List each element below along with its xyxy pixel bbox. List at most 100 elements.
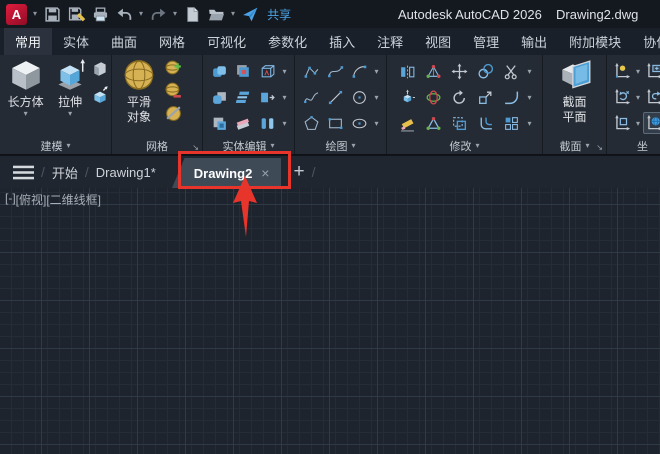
array-button[interactable]	[500, 112, 522, 134]
ucs-object-button[interactable]	[611, 112, 633, 134]
rectangle-button[interactable]	[324, 112, 346, 134]
box-button[interactable]: 长方体 ▾	[2, 58, 49, 137]
ribbon-tab-visualize[interactable]: 可视化	[196, 28, 257, 55]
presspull-button[interactable]	[91, 86, 109, 104]
polyline-button[interactable]	[300, 60, 322, 82]
smooth-object-button[interactable]: 平滑 对象	[114, 58, 164, 137]
ribbon-tab-manage[interactable]: 管理	[462, 28, 510, 55]
plot-button[interactable]	[91, 5, 109, 23]
align-button[interactable]	[422, 112, 444, 134]
panel-label-modeling[interactable]: 建模 ▾	[0, 137, 111, 154]
ucs-z-button[interactable]	[611, 86, 633, 108]
ribbon-tab-output[interactable]: 输出	[510, 28, 558, 55]
autocad-logo-icon[interactable]: A	[6, 3, 27, 25]
ucs-named-button[interactable]	[643, 60, 660, 82]
subtract-button[interactable]	[232, 60, 254, 82]
drawing-canvas[interactable]: [-] [俯视] [二维线框]	[0, 188, 660, 454]
share-label[interactable]: 共享	[267, 6, 291, 23]
extrude-faces-button[interactable]	[256, 86, 278, 108]
file-tabs-menu-button[interactable]	[13, 165, 34, 180]
ribbon-tab-addins[interactable]: 附加模块	[558, 28, 632, 55]
refine-mesh-button[interactable]	[164, 104, 183, 123]
undo-caret-icon[interactable]: ▾	[139, 10, 143, 18]
move-3d-button[interactable]	[396, 86, 418, 108]
ribbon-tab-view[interactable]: 视图	[414, 28, 462, 55]
modify-caret-icon[interactable]: ▾	[527, 67, 531, 76]
panel-label-coordinates[interactable]: 坐	[607, 137, 660, 154]
ribbon-tab-home[interactable]: 常用	[4, 28, 53, 55]
file-tab-drawing1[interactable]: Drawing1*	[96, 165, 156, 180]
ribbon-tab-collaborate[interactable]: 协作	[632, 28, 660, 55]
spline-fit-button[interactable]	[300, 86, 322, 108]
extrude-button[interactable]: 拉伸 ▾	[49, 58, 91, 137]
panel-label-section[interactable]: 截面 ▾ ↘	[543, 137, 606, 154]
copy-button[interactable]	[474, 60, 496, 82]
ribbon-tab-insert[interactable]: 插入	[318, 28, 366, 55]
qat-caret-icon[interactable]: ▾	[231, 10, 235, 18]
fillet-button[interactable]	[500, 86, 522, 108]
new-file-button[interactable]	[183, 5, 201, 23]
ribbon-tab-annotate[interactable]: 注释	[366, 28, 414, 55]
ribbon-tab-parametric[interactable]: 参数化	[257, 28, 318, 55]
circle-button[interactable]	[348, 86, 370, 108]
redo-caret-icon[interactable]: ▾	[173, 10, 177, 18]
union-button[interactable]	[208, 60, 230, 82]
file-tab-start[interactable]: 开始	[52, 163, 78, 182]
polysolid-button[interactable]	[91, 60, 109, 78]
section-expander-icon[interactable]: ↘	[596, 143, 603, 152]
ellipse-button[interactable]	[348, 112, 370, 134]
solidedit-caret-icon[interactable]: ▾	[282, 67, 286, 76]
ribbon-tab-surface[interactable]: 曲面	[100, 28, 148, 55]
ucs-caret-icon[interactable]: ▾	[636, 93, 640, 102]
ucs-world-button[interactable]	[643, 112, 660, 134]
section-plane-button[interactable]: 截面 平面	[546, 58, 604, 137]
open-folder-button[interactable]	[207, 5, 225, 23]
save-as-button[interactable]	[67, 5, 85, 23]
viewport-control-minimize[interactable]: [-]	[5, 191, 16, 208]
ribbon-tab-mesh[interactable]: 网格	[148, 28, 196, 55]
line-button[interactable]	[324, 86, 346, 108]
modify-caret-icon[interactable]: ▾	[527, 93, 531, 102]
polygon-button[interactable]	[300, 112, 322, 134]
spline-cv-button[interactable]	[324, 60, 346, 82]
smooth-less-button[interactable]	[164, 81, 183, 100]
redo-button[interactable]	[149, 5, 167, 23]
modify-caret-icon[interactable]: ▾	[527, 119, 531, 128]
separate-button[interactable]	[256, 112, 278, 134]
align-3d-button[interactable]	[422, 60, 444, 82]
panel-label-draw[interactable]: 绘图 ▾	[295, 137, 386, 154]
mirror-button[interactable]	[396, 60, 418, 82]
chamfer-edge-button[interactable]	[208, 112, 230, 134]
ucs-caret-icon[interactable]: ▾	[636, 119, 640, 128]
erase-button[interactable]	[396, 112, 418, 134]
rotate-button[interactable]	[448, 86, 470, 108]
fillet-edge-button[interactable]	[208, 86, 230, 108]
viewport-control-visual-style[interactable]: [二维线框]	[46, 191, 101, 208]
ucs-previous-button[interactable]	[643, 86, 660, 108]
panel-label-modify[interactable]: 修改 ▾	[387, 137, 542, 154]
smooth-more-button[interactable]	[164, 58, 183, 77]
ribbon-tab-solid[interactable]: 实体	[52, 28, 100, 55]
offset-button[interactable]	[474, 112, 496, 134]
new-tab-icon[interactable]: +	[293, 161, 304, 183]
slice-button[interactable]	[232, 86, 254, 108]
stretch-button[interactable]	[448, 112, 470, 134]
viewport-control-view[interactable]: [俯视]	[16, 191, 47, 208]
scale-button[interactable]	[474, 86, 496, 108]
share-button[interactable]	[241, 5, 259, 23]
undo-button[interactable]	[115, 5, 133, 23]
ucs-button[interactable]	[611, 60, 633, 82]
imprint-button[interactable]	[256, 60, 278, 82]
rotate-3d-button[interactable]	[422, 86, 444, 108]
move-button[interactable]	[448, 60, 470, 82]
draw-caret-icon[interactable]: ▾	[374, 119, 378, 128]
arc-button[interactable]	[348, 60, 370, 82]
draw-caret-icon[interactable]: ▾	[374, 67, 378, 76]
solidedit-caret-icon[interactable]: ▾	[282, 93, 286, 102]
solidedit-caret-icon[interactable]: ▾	[282, 119, 286, 128]
logo-caret-icon[interactable]: ▾	[33, 10, 37, 18]
ucs-caret-icon[interactable]: ▾	[636, 67, 640, 76]
save-button[interactable]	[43, 5, 61, 23]
trim-button[interactable]	[500, 60, 522, 82]
clean-button[interactable]	[232, 112, 254, 134]
